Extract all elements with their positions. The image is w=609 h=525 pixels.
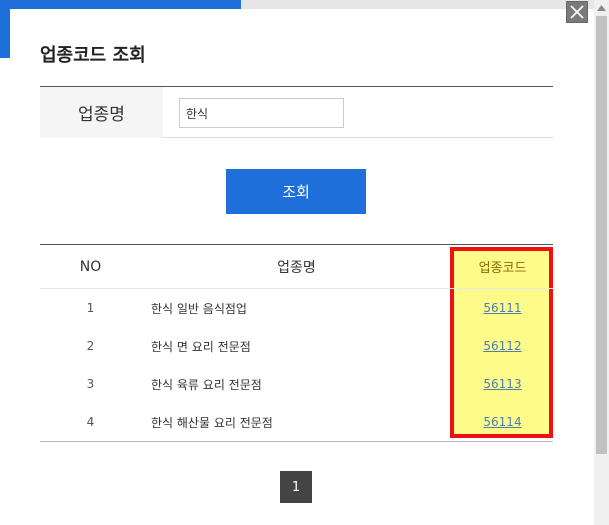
- table-row: 3 한식 육류 요리 전문점 56113: [40, 365, 553, 403]
- column-header-no: NO: [79, 258, 102, 275]
- search-label: 업종명: [40, 87, 163, 138]
- search-button[interactable]: 조회: [226, 169, 366, 214]
- table-row: 4 한식 해산물 요리 전문점 56114: [40, 403, 553, 441]
- pagination-page-button[interactable]: 1: [280, 471, 312, 503]
- business-code-link[interactable]: 56113: [483, 377, 521, 391]
- row-number: 3: [86, 377, 95, 391]
- row-number: 1: [86, 301, 95, 315]
- row-business-name: 한식 면 요리 전문점: [151, 339, 251, 354]
- close-button[interactable]: [566, 1, 588, 23]
- scrollbar-thumb[interactable]: [596, 16, 607, 454]
- business-code-link[interactable]: 56112: [483, 339, 521, 353]
- row-business-name: 한식 육류 요리 전문점: [151, 377, 262, 392]
- table-header: NO 업종명 업종코드: [40, 245, 553, 289]
- dialog-title: 업종코드 조회: [40, 45, 146, 66]
- column-header-name: 업종명: [277, 259, 316, 276]
- scroll-up-arrow-icon[interactable]: [594, 0, 609, 16]
- business-code-link[interactable]: 56111: [483, 301, 521, 315]
- row-business-name: 한식 해산물 요리 전문점: [151, 415, 273, 430]
- top-accent-bar: [0, 0, 241, 9]
- business-code-link[interactable]: 56114: [483, 415, 521, 429]
- business-name-input[interactable]: [179, 98, 344, 128]
- close-icon: [570, 5, 584, 19]
- scrollbar[interactable]: [594, 0, 609, 525]
- table-row: 2 한식 면 요리 전문점 56112: [40, 327, 553, 365]
- table-row: 1 한식 일반 음식점업 56111: [40, 289, 553, 327]
- row-number: 4: [86, 415, 95, 429]
- results-table: NO 업종명 업종코드 1 한식 일반 음식점업 56111 2 한식 면 요리…: [40, 244, 553, 442]
- row-number: 2: [86, 339, 95, 353]
- column-header-code: 업종코드: [478, 261, 527, 276]
- left-accent-bar: [0, 0, 10, 58]
- search-panel: 업종명: [40, 86, 553, 138]
- row-business-name: 한식 일반 음식점업: [151, 301, 247, 316]
- top-bar: [241, 0, 594, 9]
